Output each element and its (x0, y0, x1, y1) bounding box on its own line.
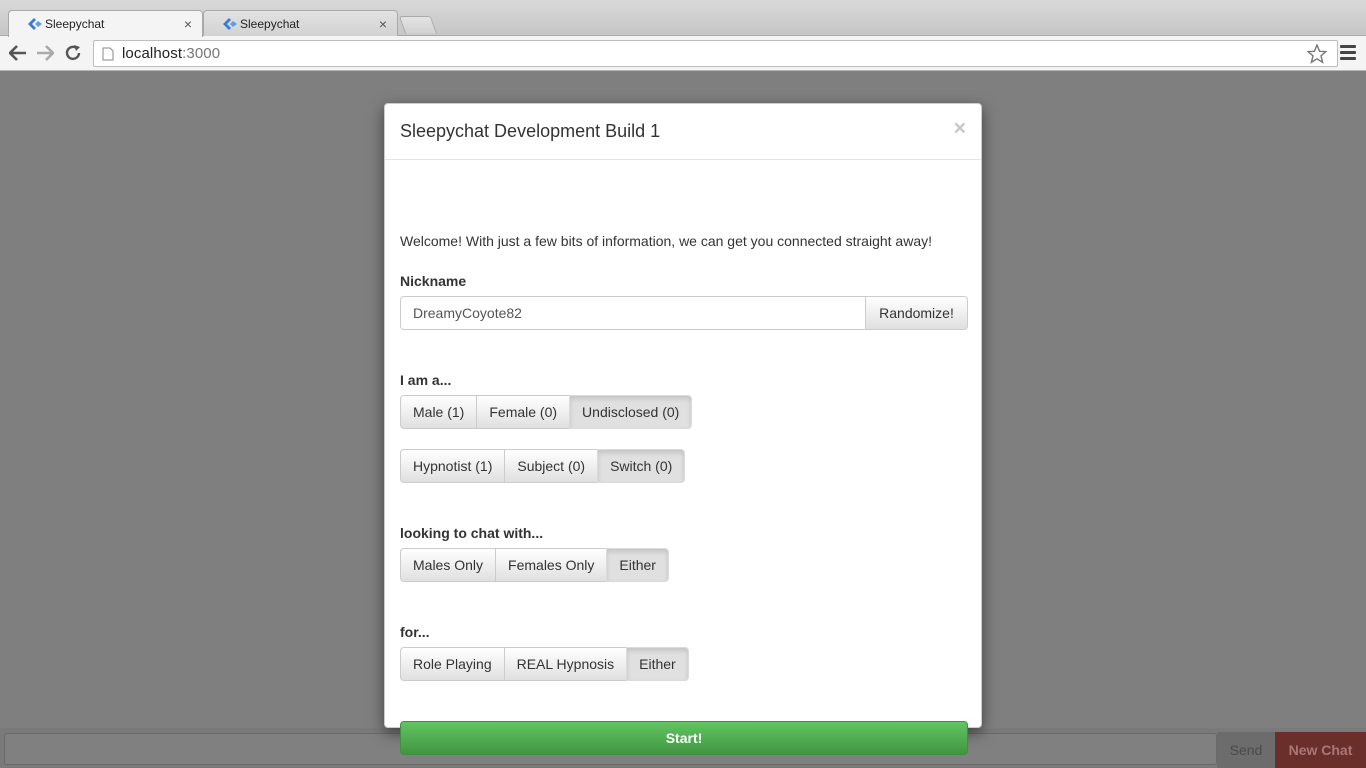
gender-option-male[interactable]: Male (1) (400, 395, 478, 429)
gender-option-female[interactable]: Female (0) (476, 395, 571, 429)
sleepychat-favicon-icon (223, 17, 237, 30)
for-button-group: Role Playing REAL Hypnosis Either (400, 647, 689, 681)
sleepychat-favicon-icon (28, 18, 42, 30)
gender-option-undisclosed[interactable]: Undisclosed (0) (569, 395, 693, 429)
url-port: :3000 (182, 45, 221, 62)
tab-close-icon[interactable]: × (182, 16, 194, 32)
gender-button-group: Male (1) Female (0) Undisclosed (0) (400, 395, 693, 429)
browser-tab-title: Sleepychat (240, 16, 300, 31)
nickname-label: Nickname (400, 273, 467, 289)
role-option-switch[interactable]: Switch (0) (597, 449, 686, 483)
forward-icon[interactable] (35, 43, 55, 63)
browser-menu-icon[interactable] (1340, 45, 1356, 61)
address-bar[interactable]: localhost:3000 (93, 40, 1338, 67)
for-option-real-hypnosis[interactable]: REAL Hypnosis (503, 647, 628, 681)
welcome-text: Welcome! With just a few bits of informa… (400, 233, 932, 249)
chatwith-label: looking to chat with... (400, 525, 544, 541)
back-icon[interactable] (8, 43, 28, 63)
modal-header: Sleepychat Development Build 1 × (385, 104, 981, 160)
browser-toolbar: localhost:3000 (0, 36, 1366, 71)
reload-icon[interactable] (63, 43, 83, 63)
close-icon[interactable]: × (954, 118, 966, 139)
chatwith-option-females[interactable]: Females Only (495, 548, 608, 582)
for-option-either[interactable]: Either (626, 647, 689, 681)
new-chat-button[interactable]: New Chat (1275, 732, 1366, 768)
modal-title: Sleepychat Development Build 1 (400, 121, 661, 141)
for-label: for... (400, 624, 430, 640)
chatwith-option-males[interactable]: Males Only (400, 548, 497, 582)
role-option-subject[interactable]: Subject (0) (504, 449, 599, 483)
setup-modal: Sleepychat Development Build 1 × Welcome… (384, 103, 982, 755)
start-button[interactable]: Start! (400, 721, 968, 755)
bookmark-star-icon[interactable] (1307, 44, 1327, 64)
url-text: localhost:3000 (122, 45, 220, 62)
nickname-input[interactable]: DreamyCoyote82 (400, 296, 866, 330)
chatwith-option-either[interactable]: Either (606, 548, 669, 582)
nickname-input-group: DreamyCoyote82 Randomize! (400, 296, 968, 330)
role-option-hypnotist[interactable]: Hypnotist (1) (400, 449, 506, 483)
send-button[interactable]: Send (1217, 732, 1275, 768)
randomize-button[interactable]: Randomize! (866, 296, 968, 330)
tab-close-icon[interactable]: × (377, 16, 389, 32)
browser-tab-1[interactable]: Sleepychat × (8, 10, 203, 37)
for-option-roleplaying[interactable]: Role Playing (400, 647, 505, 681)
new-tab-button[interactable] (398, 16, 438, 34)
browser-tab-2[interactable]: Sleepychat × (203, 10, 398, 36)
tab-strip: Sleepychat × Sleepychat × (0, 0, 1366, 37)
role-button-group: Hypnotist (1) Subject (0) Switch (0) (400, 449, 686, 483)
gender-label: I am a... (400, 372, 452, 388)
page-icon (102, 47, 114, 60)
chatwith-button-group: Males Only Females Only Either (400, 548, 669, 582)
url-host: localhost (122, 45, 183, 62)
browser-tab-title: Sleepychat (45, 17, 105, 31)
